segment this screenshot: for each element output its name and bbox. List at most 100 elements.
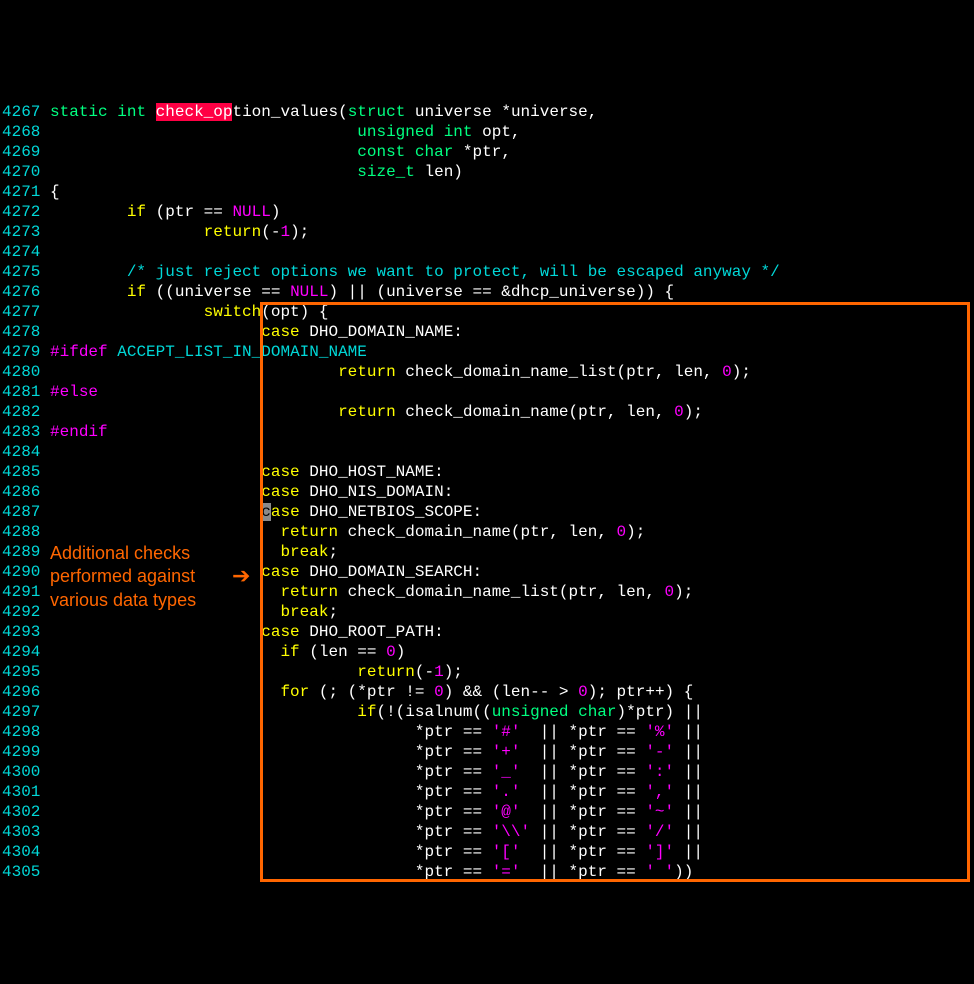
or: || (540, 863, 559, 881)
or: || (540, 763, 559, 781)
ptr-eq: *ptr == (569, 823, 646, 841)
line-number: 4274 (2, 243, 40, 261)
char-rbr: ']' (645, 843, 674, 861)
ptr-eq: *ptr == (415, 743, 492, 761)
const-dho-domain-name: DHO_DOMAIN_NAME: (309, 323, 463, 341)
line-number: 4305 (2, 863, 40, 881)
keyword-case: case (261, 463, 299, 481)
line-number: 4298 (2, 723, 40, 741)
or: || (684, 743, 703, 761)
num-0: 0 (434, 683, 444, 701)
line-number: 4269 (2, 143, 40, 161)
const-dho-netbios-scope: DHO_NETBIOS_SCOPE: (309, 503, 482, 521)
for-c: ); ptr++) { (588, 683, 694, 701)
line-number: 4301 (2, 783, 40, 801)
ptr-eq: *ptr == (569, 863, 646, 881)
semi: ); (444, 663, 463, 681)
line-number: 4270 (2, 163, 40, 181)
line-number: 4288 (2, 523, 40, 541)
keyword-return: return (338, 363, 396, 381)
ptr-eq: *ptr == (569, 803, 646, 821)
call-check-dn: check_domain_name(ptr, len, (348, 523, 617, 541)
or: || (540, 803, 559, 821)
ptr-eq: *ptr == (569, 723, 646, 741)
line-number: 4275 (2, 263, 40, 281)
line-number: 4289 (2, 543, 40, 561)
keyword-return: return (280, 523, 338, 541)
line-number: 4302 (2, 803, 40, 821)
code-area[interactable]: 4267 static int check_option_values(stru… (2, 82, 780, 884)
semi: ); (290, 223, 309, 241)
char-under: '_' (492, 763, 521, 781)
char-comma: ',' (645, 783, 674, 801)
macro-name: ACCEPT_LIST_IN_DOMAIN_NAME (117, 343, 367, 361)
line-number: 4268 (2, 123, 40, 141)
if-not: (!(isalnum(( (376, 703, 491, 721)
ret-open: (- (415, 663, 434, 681)
arg-ptr: *ptr, (463, 143, 511, 161)
line-number: 4279 (2, 343, 40, 361)
call-check-dnl: check_domain_name_list(ptr, len, (405, 363, 722, 381)
const-dho-nis-domain: DHO_NIS_DOMAIN: (309, 483, 453, 501)
ret-open: (- (453, 883, 472, 884)
keyword-struct: struct (348, 103, 406, 121)
annotation-line-1: Additional checks (50, 542, 250, 565)
char-dot: '.' (492, 783, 521, 801)
line-number: 4267 (2, 103, 40, 121)
for-a: (; (*ptr != (319, 683, 434, 701)
num-1: 1 (472, 883, 482, 884)
line-number: 4292 (2, 603, 40, 621)
line-number: 4273 (2, 223, 40, 241)
keyword-break: break (280, 603, 328, 621)
char-bslash: '\\' (492, 823, 530, 841)
ptr-eq: *ptr == (569, 783, 646, 801)
expr-rest: ) || (universe == &dhcp_universe)) { (328, 283, 674, 301)
char-pct: '%' (645, 723, 674, 741)
ptr-eq: *ptr == (569, 843, 646, 861)
keyword-case-rest: ase (271, 503, 300, 521)
line-number: 4300 (2, 763, 40, 781)
annotation-line-2: performed against (50, 565, 250, 588)
or: || (684, 823, 703, 841)
semi: ); (674, 583, 693, 601)
arrow-icon: ➔ (232, 562, 250, 590)
keyword-unsigned: unsigned (357, 123, 434, 141)
keyword-return: return (280, 583, 338, 601)
char-tilde: '~' (645, 803, 674, 821)
ret-open: (- (261, 223, 280, 241)
endif-directive: #endif (50, 423, 108, 441)
char-hash: '#' (492, 723, 521, 741)
char-slash: '/' (645, 823, 674, 841)
line-number: 4271 (2, 183, 40, 201)
null-literal: NULL (232, 203, 270, 221)
const-dho-host-name: DHO_HOST_NAME: (309, 463, 443, 481)
char-colon: ':' (645, 763, 674, 781)
or: || (684, 783, 703, 801)
annotation-text: Additional checks performed against vari… (50, 542, 250, 612)
num-0: 0 (386, 643, 396, 661)
keyword-return: return (204, 223, 262, 241)
semi: ); (482, 883, 501, 884)
line-number: 4295 (2, 663, 40, 681)
ptr-eq: *ptr == (415, 863, 492, 881)
semi: ); (626, 523, 645, 541)
close-paren-2: )) (674, 863, 693, 881)
char-at: '@' (492, 803, 521, 821)
char-lbr: '[' (492, 843, 521, 861)
line-number: 4278 (2, 323, 40, 341)
keyword-case: case (261, 623, 299, 641)
or: || (540, 743, 559, 761)
num-0: 0 (722, 363, 732, 381)
keyword-if: if (280, 643, 299, 661)
semi: ); (684, 403, 703, 421)
line-number: 4276 (2, 283, 40, 301)
line-number: 4286 (2, 483, 40, 501)
line-number: 4299 (2, 743, 40, 761)
keyword-size-t: size_t (357, 163, 415, 181)
unsigned-char-cast: unsigned char (492, 703, 617, 721)
line-number: 4291 (2, 583, 40, 601)
len-eq-0: (len == (309, 643, 386, 661)
keyword-const: const (357, 143, 405, 161)
char-eq: '=' (492, 863, 521, 881)
code-editor-viewport: 4267 static int check_option_values(stru… (0, 80, 974, 884)
